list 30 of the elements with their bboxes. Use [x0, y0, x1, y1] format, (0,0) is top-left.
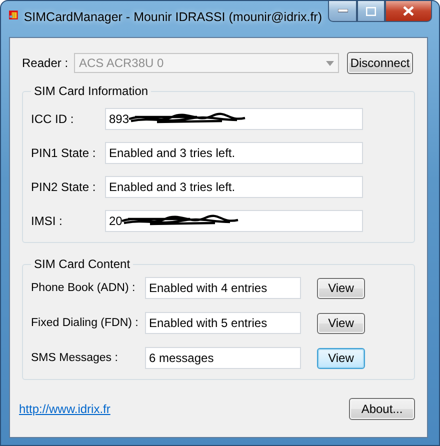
group-title: SIM Card Information: [33, 84, 150, 98]
view-button[interactable]: View: [317, 348, 365, 368]
field-label: PIN2 State :: [31, 180, 97, 194]
maximize-icon: [366, 6, 376, 16]
text-field[interactable]: Enabled with 4 entries: [145, 277, 301, 299]
text-field[interactable]: Enabled with 5 entries: [145, 312, 301, 334]
text-field[interactable]: 6 messages: [145, 347, 301, 369]
window-title: SIMCardManager - Mounir IDRASSI (mounir@idrix.fr): [24, 10, 322, 24]
field-label: IMSI :: [31, 214, 64, 228]
field-label: ICC ID :: [31, 112, 75, 126]
text-field[interactable]: 893: [105, 108, 363, 130]
text-field[interactable]: Enabled and 3 tries left.: [105, 176, 363, 198]
view-button[interactable]: View: [317, 312, 365, 334]
group-title: SIM Card Content: [33, 257, 132, 271]
field-label: PIN1 State :: [31, 146, 97, 160]
close-icon: [403, 6, 414, 16]
text-field[interactable]: Enabled and 3 tries left.: [105, 142, 363, 164]
field-label: SMS Messages :: [31, 352, 119, 364]
close-button[interactable]: [385, 1, 432, 22]
minimize-icon: [338, 9, 348, 13]
field-label: Phone Book (ADN) :: [31, 282, 136, 294]
dropdown-arrow-icon: [326, 60, 334, 66]
minimize-button[interactable]: [328, 1, 357, 22]
field-label: Fixed Dialing (FDN) :: [31, 317, 137, 329]
view-button[interactable]: View: [317, 278, 365, 298]
website-link[interactable]: http://www.idrix.fr: [19, 402, 110, 416]
reader-label: Reader :: [22, 56, 66, 70]
maximize-button[interactable]: [357, 1, 385, 22]
text-field[interactable]: 20: [105, 210, 363, 232]
about-button[interactable]: About...: [349, 398, 415, 420]
